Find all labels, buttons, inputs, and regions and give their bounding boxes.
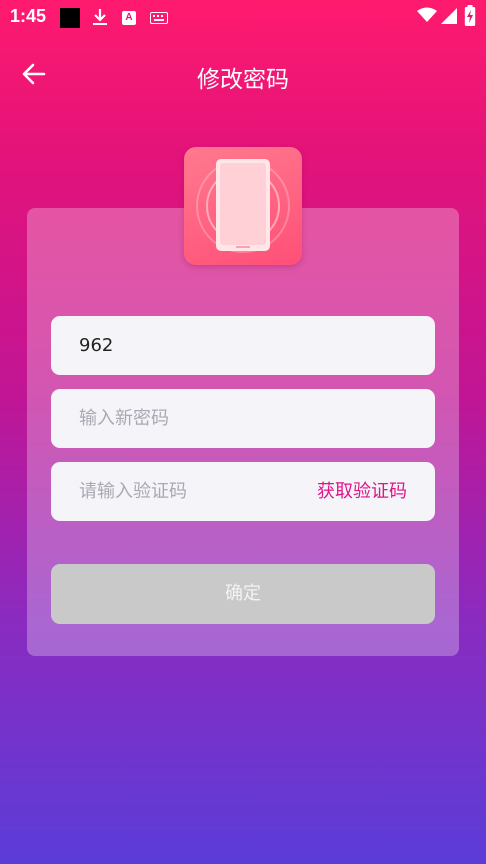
status-bar: 1:45 A (0, 0, 486, 34)
keyboard-icon (150, 12, 168, 24)
get-code-button[interactable]: 获取验证码 (317, 462, 407, 521)
verification-code-field[interactable]: 请输入验证码 获取验证码 (51, 462, 435, 521)
verification-code-placeholder: 请输入验证码 (79, 481, 187, 502)
phone-icon (184, 147, 302, 265)
app-notification-icon (60, 8, 80, 28)
phone-value: 962 (79, 335, 114, 356)
phone-field[interactable]: 962 (51, 316, 435, 375)
a-badge-icon: A (122, 11, 136, 25)
download-icon (93, 9, 107, 25)
signal-icon (441, 8, 457, 24)
page-title: 修改密码 (197, 67, 289, 93)
battery-charging-icon (464, 5, 476, 26)
new-password-placeholder: 输入新密码 (79, 408, 169, 429)
wifi-icon (417, 7, 437, 22)
status-time: 1:45 (10, 6, 47, 26)
confirm-button[interactable]: 确定 (51, 564, 435, 624)
new-password-field[interactable]: 输入新密码 (51, 389, 435, 448)
app-bar: 修改密码 (0, 50, 486, 96)
